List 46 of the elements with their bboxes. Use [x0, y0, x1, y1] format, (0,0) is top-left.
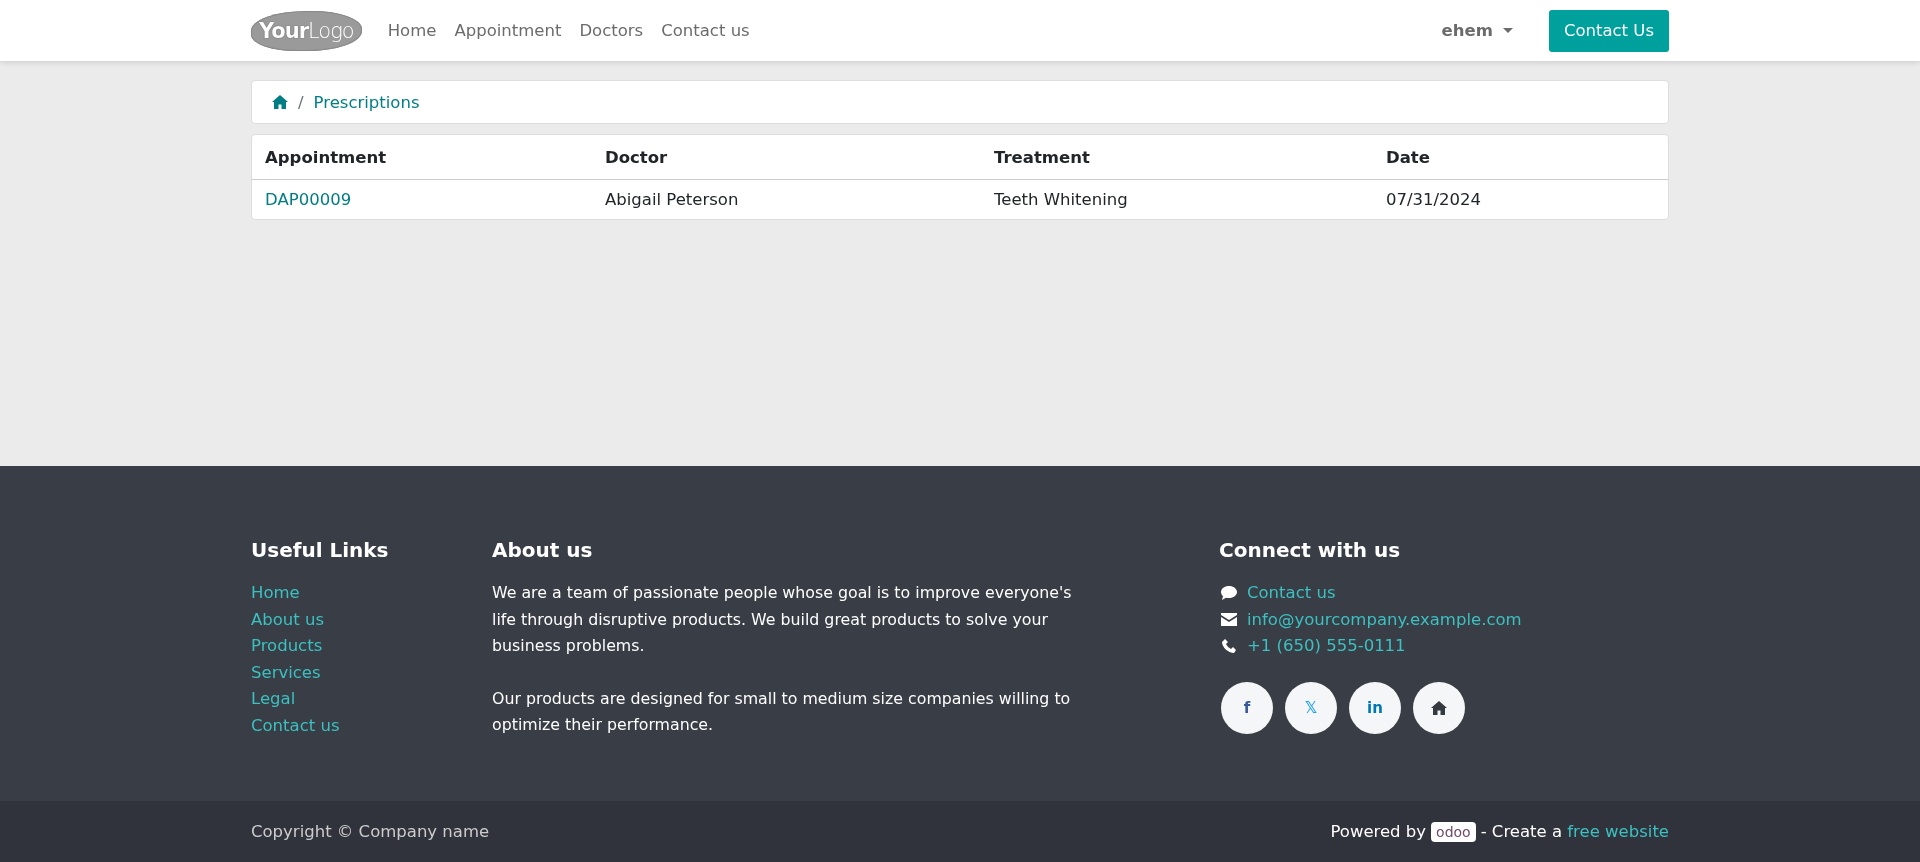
record-link[interactable]: DAP00009 — [265, 190, 352, 209]
footer-heading: Useful Links — [251, 538, 390, 562]
footer-link[interactable]: Products — [251, 633, 492, 660]
about-paragraph: Our products are designed for small to medium size companies willing to optimize their performance. — [492, 687, 1072, 736]
free-website-link[interactable]: free website — [1567, 822, 1669, 841]
home-icon[interactable] — [272, 95, 288, 109]
footer-link[interactable]: Home — [251, 580, 492, 607]
table-cell-text: 07/31/2024 — [1386, 190, 1483, 209]
contact-link[interactable]: Contact us — [1247, 580, 1336, 607]
caret-icon — [1502, 28, 1513, 33]
linkedin-icon[interactable]: in — [1349, 681, 1401, 734]
facebook-icon[interactable]: f — [1221, 681, 1273, 734]
phone-icon — [1221, 639, 1237, 654]
nav-link[interactable]: Home — [387, 21, 437, 40]
create-text: - Create a — [1480, 822, 1564, 841]
footer-heading: Connect with us — [1219, 538, 1402, 562]
nav-link[interactable]: Doctors — [579, 21, 644, 40]
column-header: Date — [1386, 147, 1431, 167]
footer-link[interactable]: Contact us — [251, 712, 492, 739]
home-link[interactable] — [1413, 681, 1465, 734]
brand-logo[interactable]: odoo — [1431, 821, 1476, 842]
table-cell-text: Abigail Peterson — [605, 190, 740, 209]
about-paragraph: We are a team of passionate people whose goal is to improve everyone's life through disruptive products. We build great products to solve your business problems. — [492, 582, 1072, 657]
copyright-text: Copyright © Company name — [251, 822, 490, 841]
envelope-icon — [1221, 613, 1237, 627]
contact-link[interactable]: info@yourcompany.example.com — [1247, 606, 1522, 633]
footer-link[interactable]: About us — [251, 606, 492, 633]
user-menu[interactable]: ehem — [1441, 21, 1513, 40]
footer-heading: About us — [492, 538, 594, 562]
nav-link[interactable]: Appointment — [454, 21, 562, 40]
powered-by-text: Powered by — [1330, 822, 1427, 841]
column-header: Treatment — [994, 147, 1091, 167]
contact-button[interactable]: Contact Us — [1548, 9, 1669, 52]
nav-link[interactable]: Contact us — [661, 21, 750, 40]
column-header: Doctor — [605, 147, 669, 167]
chat-icon — [1221, 586, 1237, 601]
column-header: Appointment — [265, 147, 388, 167]
home-icon — [1431, 700, 1447, 715]
footer-link[interactable]: Services — [251, 659, 492, 686]
footer-link[interactable]: Legal — [251, 686, 492, 713]
x-icon[interactable]: 𝕏 — [1285, 681, 1337, 734]
logo[interactable]: YourLogo — [251, 10, 362, 51]
separator: / — [298, 92, 304, 112]
table-cell-text: Teeth Whitening — [994, 190, 1129, 209]
contact-link[interactable]: +1 (650) 555-0111 — [1247, 633, 1406, 660]
breadcrumb-link[interactable]: Prescriptions — [313, 92, 420, 112]
